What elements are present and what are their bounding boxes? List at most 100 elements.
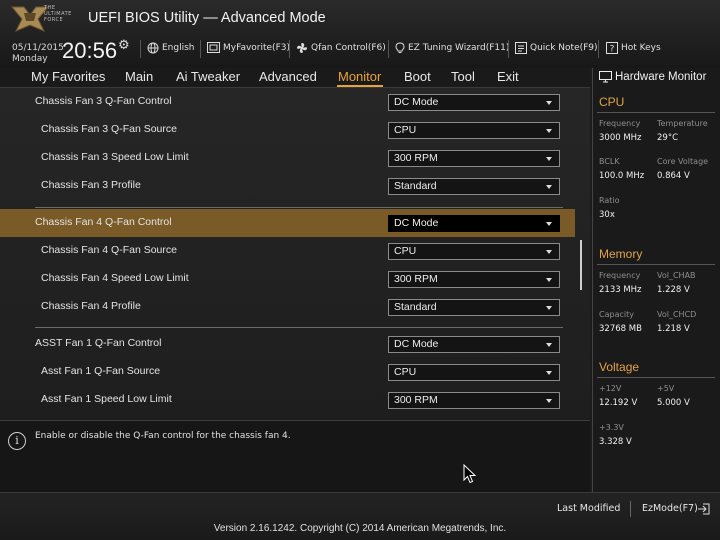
cpu-temperature-value: 29°C	[657, 133, 679, 143]
chevron-down-icon	[546, 101, 552, 105]
cpu-frequency-value: 3000 MHz	[599, 133, 642, 143]
last-modified-button[interactable]: Last Modified	[557, 503, 620, 514]
toolbar-divider	[140, 40, 141, 58]
tab-main[interactable]: Main	[125, 69, 153, 84]
chevron-down-icon	[546, 399, 552, 403]
chevron-down-icon	[546, 129, 552, 133]
vol-chab-value: 1.228 V	[657, 285, 690, 295]
memory-heading: Memory	[599, 247, 643, 261]
cpu-heading: CPU	[599, 95, 625, 109]
setting-row[interactable]: Chassis Fan 4 Q-Fan Source CPU	[0, 237, 575, 265]
setting-label: Chassis Fan 3 Speed Low Limit	[41, 151, 189, 163]
setting-dropdown[interactable]: DC Mode	[388, 215, 560, 232]
tab-ai-tweaker[interactable]: Ai Tweaker	[176, 69, 240, 84]
setting-row[interactable]: ASST Fan 1 Q-Fan Control DC Mode	[0, 330, 575, 358]
lightbulb-icon	[395, 42, 405, 53]
hardware-monitor-title: Hardware Monitor	[593, 68, 720, 86]
chevron-down-icon	[546, 306, 552, 310]
setting-dropdown[interactable]: CPU	[388, 243, 560, 260]
exit-arrow-icon[interactable]	[697, 503, 710, 515]
v33-value: 3.328 V	[599, 437, 632, 447]
ratio-value: 30x	[599, 210, 615, 220]
hot-keys-button[interactable]: ? Hot Keys	[606, 42, 661, 54]
cpu-temperature-label: Temperature	[657, 119, 708, 128]
setting-row[interactable]: Chassis Fan 4 Profile Standard	[0, 293, 575, 321]
myfavorite-button[interactable]: MyFavorite(F3)	[207, 42, 290, 53]
tab-my-favorites[interactable]: My Favorites	[31, 69, 105, 84]
setting-dropdown[interactable]: 300 RPM	[388, 271, 560, 288]
section-divider	[597, 112, 715, 113]
vol-chcd-label: Vol_CHCD	[657, 310, 697, 319]
setting-dropdown[interactable]: CPU	[388, 122, 560, 139]
date-text: 05/11/2015	[12, 43, 64, 53]
v5-value: 5.000 V	[657, 398, 690, 408]
core-voltage-label: Core Voltage	[657, 157, 709, 166]
setting-label: Chassis Fan 4 Profile	[41, 300, 141, 312]
setting-dropdown[interactable]: DC Mode	[388, 336, 560, 353]
setting-dropdown[interactable]: DC Mode	[388, 94, 560, 111]
chevron-down-icon	[546, 185, 552, 189]
favorite-icon	[207, 42, 220, 53]
menu-tab-bar: My Favorites Main Ai Tweaker Advanced Mo…	[0, 68, 590, 88]
capacity-label: Capacity	[599, 310, 634, 319]
chevron-down-icon	[546, 371, 552, 375]
quick-note-button[interactable]: Quick Note(F9)	[515, 42, 598, 54]
monitor-icon	[599, 71, 612, 83]
setting-dropdown[interactable]: CPU	[388, 364, 560, 381]
setting-row[interactable]: Asst Fan 1 Q-Fan Source CPU	[0, 358, 575, 386]
setting-label: Chassis Fan 3 Q-Fan Source	[41, 123, 177, 135]
setting-label: Asst Fan 1 Q-Fan Source	[41, 365, 161, 377]
setting-dropdown[interactable]: 300 RPM	[388, 392, 560, 409]
ezmode-button[interactable]: EzMode(F7)	[642, 503, 698, 514]
help-description: Enable or disable the Q-Fan control for …	[35, 431, 291, 441]
toolbar-divider	[289, 40, 290, 58]
language-button[interactable]: English	[147, 42, 195, 54]
note-icon	[515, 42, 527, 54]
bclk-value: 100.0 MHz	[599, 171, 645, 181]
hardware-monitor-panel: Hardware Monitor CPU Frequency 3000 MHz …	[592, 68, 720, 492]
setting-row[interactable]: Asst Fan 1 Speed Low Limit 300 RPM	[0, 386, 575, 414]
setting-dropdown[interactable]: 300 RPM	[388, 150, 560, 167]
date-display: 05/11/2015 Monday	[12, 43, 64, 65]
setting-label: Chassis Fan 4 Q-Fan Source	[41, 244, 177, 256]
setting-dropdown[interactable]: Standard	[388, 299, 560, 316]
setting-row[interactable]: Chassis Fan 3 Speed Low Limit 300 RPM	[0, 144, 575, 172]
section-divider	[597, 377, 715, 378]
tab-monitor[interactable]: Monitor	[338, 69, 381, 84]
footer-bar: Last Modified EzMode(F7) Version 2.16.12…	[0, 492, 720, 540]
setting-dropdown[interactable]: Standard	[388, 178, 560, 195]
memory-frequency-value: 2133 MHz	[599, 285, 642, 295]
v12-value: 12.192 V	[599, 398, 638, 408]
setting-row[interactable]: Chassis Fan 4 Speed Low Limit 300 RPM	[0, 265, 575, 293]
tab-tool[interactable]: Tool	[451, 69, 475, 84]
setting-row[interactable]: Chassis Fan 3 Q-Fan Source CPU	[0, 116, 575, 144]
cpu-frequency-label: Frequency	[599, 119, 641, 128]
section-divider	[597, 264, 715, 265]
setting-row[interactable]: Chassis Fan 3 Profile Standard	[0, 172, 575, 200]
vol-chab-label: Vol_CHAB	[657, 271, 696, 280]
setting-row[interactable]: Chassis Fan 3 Q-Fan Control DC Mode	[0, 88, 575, 116]
logo-tagline: THE ULTIMATE FORCE	[44, 5, 72, 23]
toolbar-divider	[508, 40, 509, 58]
setting-row-selected[interactable]: Chassis Fan 4 Q-Fan Control DC Mode	[0, 209, 575, 237]
qfan-control-button[interactable]: Qfan Control(F6)	[296, 42, 386, 54]
ez-tuning-wizard-button[interactable]: EZ Tuning Wizard(F11)	[395, 42, 509, 54]
chevron-down-icon	[546, 343, 552, 347]
section-divider	[35, 327, 563, 328]
settings-scrollbar[interactable]	[580, 240, 582, 290]
v12-label: +12V	[599, 384, 622, 393]
vol-chcd-value: 1.218 V	[657, 324, 690, 334]
v33-label: +3.3V	[599, 423, 624, 432]
clock-settings-gear-icon[interactable]: ⚙	[118, 38, 130, 53]
settings-panel: Chassis Fan 3 Q-Fan Control DC Mode Chas…	[0, 88, 590, 418]
setting-label: ASST Fan 1 Q-Fan Control	[35, 337, 162, 349]
capacity-value: 32768 MB	[599, 324, 642, 334]
setting-label: Chassis Fan 3 Profile	[41, 179, 141, 191]
voltage-heading: Voltage	[599, 360, 640, 374]
copyright-text: Version 2.16.1242. Copyright (C) 2014 Am…	[213, 523, 507, 534]
tab-exit[interactable]: Exit	[497, 69, 519, 84]
chevron-down-icon	[546, 278, 552, 282]
memory-frequency-label: Frequency	[599, 271, 641, 280]
tab-boot[interactable]: Boot	[404, 69, 431, 84]
tab-advanced[interactable]: Advanced	[259, 69, 317, 84]
